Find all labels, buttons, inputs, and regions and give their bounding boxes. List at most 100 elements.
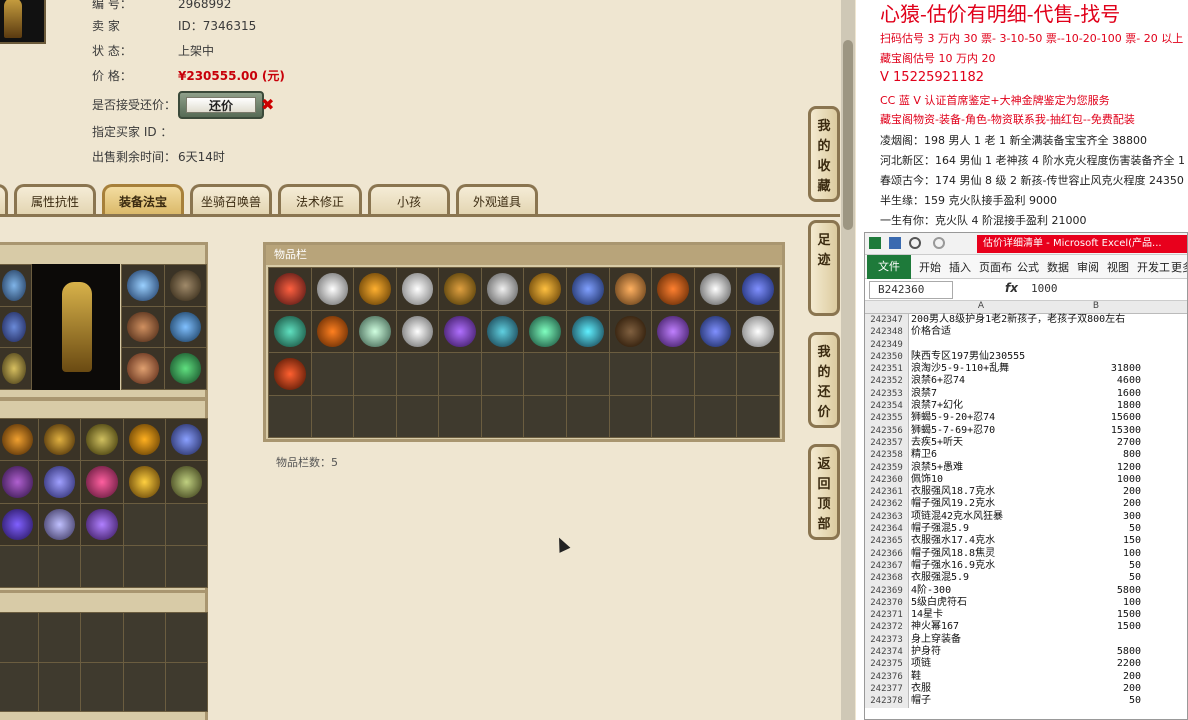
treasure-slot[interactable]: [39, 419, 81, 461]
cell-b[interactable]: 15600: [1051, 412, 1141, 424]
my-counter-offers-button[interactable]: 我的还价: [808, 332, 840, 428]
cell-a[interactable]: 帽子强风18.8焦灵: [911, 548, 1051, 560]
inventory-slot[interactable]: [524, 268, 567, 310]
cell-a[interactable]: 狮蝎5-9-20+忍74: [911, 412, 1051, 424]
cell-b[interactable]: 2700: [1051, 437, 1141, 449]
row-number[interactable]: 242349: [865, 338, 909, 351]
treasure-slot[interactable]: [123, 461, 165, 503]
ribbon-tab[interactable]: 更多: [1171, 259, 1187, 275]
equip-slot[interactable]: [164, 306, 206, 348]
cell-b[interactable]: 5800: [1051, 585, 1141, 597]
cell-a[interactable]: 衣服强混5.9: [911, 572, 1051, 584]
cell-a[interactable]: 衣服强风18.7克水: [911, 486, 1051, 498]
inventory-slot[interactable]: [439, 268, 481, 310]
row-number[interactable]: 242359: [865, 461, 909, 474]
ribbon-tab[interactable]: 开始: [919, 259, 941, 275]
cell-b[interactable]: 15300: [1051, 425, 1141, 437]
row-number[interactable]: 242376: [865, 670, 909, 683]
row-number[interactable]: 242347: [865, 314, 909, 327]
treasure-slot[interactable]: [39, 503, 81, 545]
cell-b[interactable]: 50: [1051, 560, 1141, 572]
cell-a[interactable]: 佩饰10: [911, 474, 1051, 486]
row-number[interactable]: 242355: [865, 412, 909, 425]
cell-b[interactable]: 1000: [1051, 474, 1141, 486]
row-number[interactable]: 242374: [865, 646, 909, 659]
counter-offer-button[interactable]: 还价: [178, 91, 264, 119]
ribbon-tab[interactable]: 数据: [1047, 259, 1069, 275]
cell-b[interactable]: 1800: [1051, 400, 1141, 412]
cell-a[interactable]: 4阶-300: [911, 585, 1051, 597]
cell-a[interactable]: 去疾5+听天: [911, 437, 1051, 449]
cell-a[interactable]: 神火幂167: [911, 621, 1051, 633]
cell-b[interactable]: 200: [1051, 486, 1141, 498]
equip-slot[interactable]: [122, 306, 164, 348]
row-number[interactable]: 242351: [865, 363, 909, 376]
cell-a[interactable]: 浪禁6+忍74: [911, 375, 1051, 387]
row-number[interactable]: 242367: [865, 559, 909, 573]
ribbon-tab[interactable]: 插入: [949, 259, 971, 275]
ribbon-tab[interactable]: 页面布: [979, 259, 1012, 275]
treasure-slot[interactable]: [39, 461, 81, 503]
inventory-slot[interactable]: [694, 310, 737, 352]
treasure-slot[interactable]: [0, 503, 39, 545]
cell-a[interactable]: 浪淘沙5-9-110+乱舞: [911, 363, 1051, 375]
save-icon[interactable]: [889, 237, 901, 249]
cell-a[interactable]: 浪禁7+幻化: [911, 400, 1051, 412]
tab-appearance[interactable]: 外观道具: [456, 184, 538, 216]
row-number[interactable]: 242352: [865, 375, 909, 388]
tab-file[interactable]: 文件: [867, 255, 911, 279]
inventory-slot[interactable]: [737, 268, 779, 310]
row-number[interactable]: 242373: [865, 633, 909, 647]
inventory-slot[interactable]: [396, 310, 439, 352]
row-number[interactable]: 242350: [865, 350, 909, 364]
row-number[interactable]: 242377: [865, 682, 909, 696]
row-number[interactable]: 242372: [865, 621, 909, 634]
equip-slot[interactable]: [0, 348, 31, 389]
row-number[interactable]: 242354: [865, 400, 909, 413]
equip-slot[interactable]: [164, 348, 206, 389]
row-number[interactable]: 242378: [865, 695, 909, 708]
row-number[interactable]: 242369: [865, 584, 909, 597]
ribbon-tab[interactable]: 视图: [1107, 259, 1129, 275]
formula-input[interactable]: 1000: [1031, 282, 1058, 295]
row-number[interactable]: 242363: [865, 510, 909, 524]
inventory-slot[interactable]: [609, 310, 652, 352]
cell-b[interactable]: 5800: [1051, 646, 1141, 658]
footprints-button[interactable]: 足迹: [808, 220, 840, 316]
cell-b[interactable]: 300: [1051, 511, 1141, 523]
row-number[interactable]: 242368: [865, 572, 909, 585]
inventory-slot[interactable]: [694, 268, 737, 310]
inventory-slot[interactable]: [311, 310, 354, 352]
inventory-slot[interactable]: [737, 310, 779, 352]
inventory-slot[interactable]: [524, 310, 567, 352]
tab-partial[interactable]: [0, 184, 8, 216]
cell-b[interactable]: 800: [1051, 449, 1141, 461]
cell-a[interactable]: 帽子强混5.9: [911, 523, 1051, 535]
cell-b[interactable]: 2200: [1051, 658, 1141, 670]
inventory-slot[interactable]: [396, 268, 439, 310]
column-header-a[interactable]: A: [911, 301, 1051, 311]
tab-mounts-pets[interactable]: 坐骑召唤兽: [190, 184, 272, 216]
row-number[interactable]: 242360: [865, 473, 909, 487]
equip-slot[interactable]: [0, 265, 31, 306]
back-to-top-button[interactable]: 返回顶部: [808, 444, 840, 540]
row-number[interactable]: 242361: [865, 486, 909, 499]
equip-slot[interactable]: [164, 265, 206, 306]
cell-a[interactable]: 鞋: [911, 671, 1051, 683]
inventory-slot[interactable]: [481, 310, 524, 352]
row-number[interactable]: 242365: [865, 535, 909, 548]
cell-b[interactable]: 4600: [1051, 375, 1141, 387]
ribbon-tab[interactable]: 公式: [1017, 259, 1039, 275]
cell-b[interactable]: 31800: [1051, 363, 1141, 375]
undo-icon[interactable]: [909, 237, 921, 249]
cell-b[interactable]: 1500: [1051, 609, 1141, 621]
cell-a[interactable]: 价格合适: [911, 326, 1051, 338]
equip-slot[interactable]: [122, 348, 164, 389]
column-header-b[interactable]: B: [1051, 301, 1141, 311]
cell-a[interactable]: 帽子: [911, 695, 1051, 707]
my-favorites-button[interactable]: 我的收藏: [808, 106, 840, 202]
row-number[interactable]: 242364: [865, 523, 909, 536]
cell-b[interactable]: 50: [1051, 523, 1141, 535]
row-number[interactable]: 242366: [865, 547, 909, 560]
cell-b[interactable]: 1600: [1051, 388, 1141, 400]
